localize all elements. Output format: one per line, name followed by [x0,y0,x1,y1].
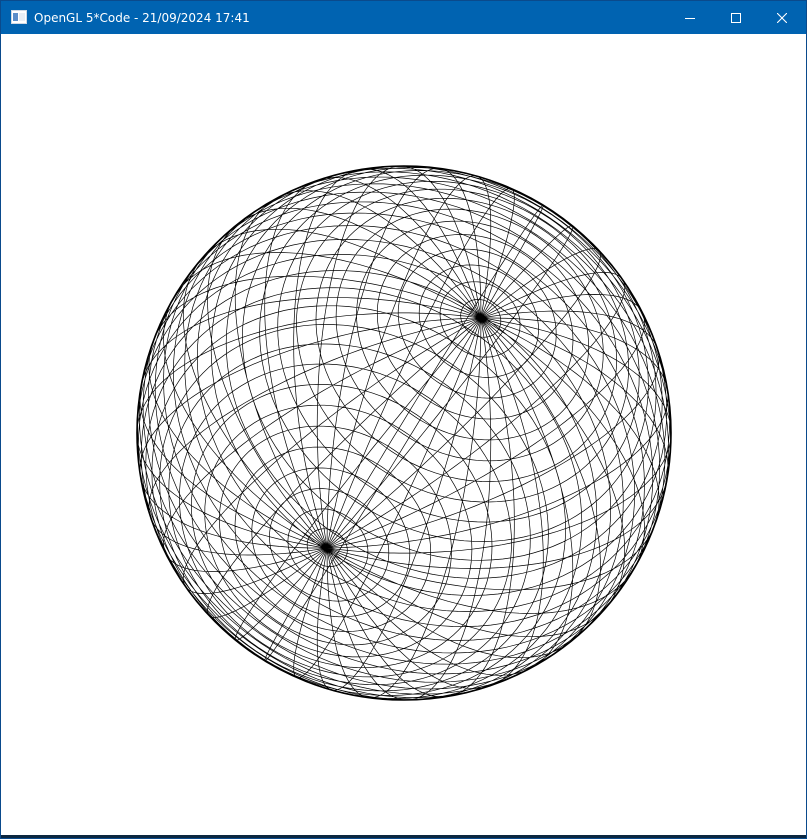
window-bottom-border [1,835,806,838]
app-window: OpenGL 5*Code - 21/09/2024 17:41 [0,0,807,839]
sphere-mesh-lines [136,165,672,701]
close-icon [777,12,787,23]
maximize-icon [731,12,741,23]
title-bar[interactable]: OpenGL 5*Code - 21/09/2024 17:41 [1,1,806,34]
maximize-button[interactable] [713,1,759,34]
close-button[interactable] [759,1,805,34]
window-app-icon[interactable] [11,10,27,24]
window-title: OpenGL 5*Code - 21/09/2024 17:41 [34,11,250,25]
minimize-button[interactable] [667,1,713,34]
opengl-viewport[interactable] [3,34,804,836]
wireframe-sphere [136,165,672,701]
minimize-icon [685,17,695,19]
